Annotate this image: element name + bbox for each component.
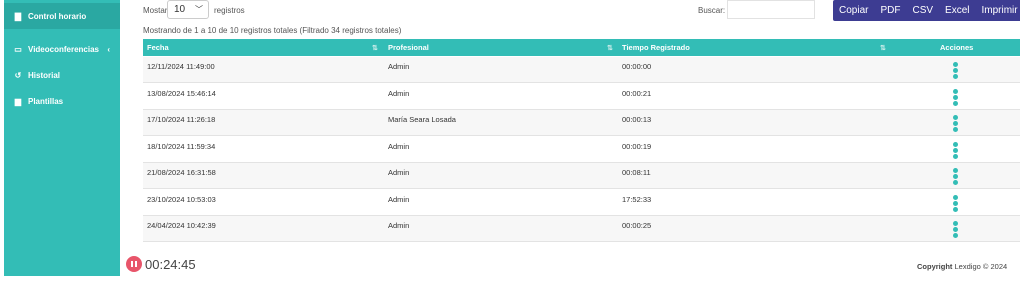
sidebar-item-plantillas[interactable]: ▆ Plantillas (4, 88, 120, 114)
cell-tiempo: 00:08:11 (622, 168, 651, 177)
more-actions-icon[interactable] (951, 195, 959, 213)
cell-profesional: Admin (388, 142, 410, 151)
length-after-label: registros (214, 6, 245, 15)
cell-fecha: 23/10/2024 10:53:03 (147, 195, 216, 204)
cell-fecha: 18/10/2024 11:59:34 (147, 142, 216, 151)
table-row: 17/10/2024 11:26:18 María Seara Losada 0… (143, 110, 1020, 136)
video-icon: ▭ (14, 44, 22, 54)
cell-fecha: 17/10/2024 11:26:18 (147, 115, 216, 124)
sidebar-item-label: Historial (28, 70, 61, 80)
copyright-text: Lexdigo © 2024 (954, 262, 1008, 271)
sidebar-item-label: Control horario (28, 11, 87, 21)
length-label: Mostar (143, 6, 168, 15)
cell-tiempo: 00:00:21 (622, 89, 652, 98)
column-header-profesional[interactable]: Profesional (388, 39, 429, 56)
history-icon: ↺ (14, 70, 22, 80)
timer-value: 00:24:45 (145, 256, 196, 272)
table-row: 21/08/2024 16:31:58 Admin 00:08:11 (143, 163, 1020, 189)
column-header-tiempo[interactable]: Tiempo Registrado (622, 39, 690, 56)
sidebar-item-label: Videoconferencias (28, 44, 99, 54)
more-actions-icon[interactable] (951, 89, 959, 107)
print-button[interactable]: Imprimir (975, 0, 1020, 21)
file-icon: ▆ (14, 96, 22, 106)
sidebar-item-historial[interactable]: ↺ Historial (4, 62, 120, 88)
csv-button[interactable]: CSV (906, 0, 939, 21)
more-actions-icon[interactable] (951, 62, 959, 80)
length-select[interactable]: 10 ﹀ (167, 0, 209, 19)
search-input[interactable] (727, 0, 815, 19)
chevron-down-icon: ﹀ (195, 5, 203, 14)
cell-fecha: 24/04/2024 10:42:39 (147, 221, 216, 230)
length-value: 10 (174, 4, 186, 15)
cell-tiempo: 00:00:13 (622, 115, 652, 124)
cell-profesional: Admin (388, 195, 410, 204)
cell-tiempo: 00:00:25 (622, 221, 652, 230)
cell-tiempo: 00:00:19 (622, 142, 652, 151)
main-content: Mostar 10 ﹀ registros Buscar: Copiar PDF… (143, 0, 1020, 250)
sidebar-item-label: Plantillas (28, 96, 64, 106)
table-row: 24/04/2024 10:42:39 Admin 00:00:25 (143, 216, 1020, 242)
table-info: Mostrando de 1 a 10 de 10 registros tota… (143, 26, 402, 35)
sidebar-item-videoconferencias[interactable]: ▭ Videoconferencias ‹ (4, 36, 120, 62)
cell-profesional: Admin (388, 89, 410, 98)
cell-profesional: Admin (388, 62, 410, 71)
footer-copyright: Copyright Lexdigo © 2024 (917, 262, 1007, 271)
more-actions-icon[interactable] (951, 221, 959, 239)
pdf-button[interactable]: PDF (874, 0, 906, 21)
column-header-fecha[interactable]: Fecha (147, 39, 169, 56)
copyright-label: Copyright (917, 262, 953, 271)
cell-fecha: 21/08/2024 16:31:58 (147, 168, 216, 177)
search-label: Buscar: (698, 6, 726, 15)
pause-icon[interactable] (126, 256, 142, 272)
cell-profesional: María Seara Losada (388, 115, 456, 124)
sort-icon: ⇅ (372, 45, 378, 52)
cell-fecha: 13/08/2024 15:46:14 (147, 89, 216, 98)
table-row: 23/10/2024 10:53:03 Admin 17:52:33 (143, 190, 1020, 216)
table-row: 12/11/2024 11:49:00 Admin 00:00:00 (143, 57, 1020, 83)
copy-button[interactable]: Copiar (833, 0, 874, 21)
chevron-left-icon: ‹ (107, 44, 110, 54)
export-button-group: Copiar PDF CSV Excel Imprimir (833, 0, 1020, 21)
sidebar: ▇ Control horario ▭ Videoconferencias ‹ … (4, 0, 120, 276)
column-header-acciones: Acciones (940, 43, 974, 52)
more-actions-icon[interactable] (951, 168, 959, 186)
table-row: 18/10/2024 11:59:34 Admin 00:00:19 (143, 137, 1020, 163)
sort-icon: ⇅ (607, 45, 613, 52)
table-row: 13/08/2024 15:46:14 Admin 00:00:21 (143, 84, 1020, 110)
cell-tiempo: 17:52:33 (622, 195, 652, 204)
excel-button[interactable]: Excel (939, 0, 975, 21)
cell-profesional: Admin (388, 168, 410, 177)
cell-tiempo: 00:00:00 (622, 62, 652, 71)
sidebar-item-control-horario[interactable]: ▇ Control horario (4, 3, 120, 29)
cell-profesional: Admin (388, 221, 410, 230)
work-timer: 00:24:45 (126, 256, 196, 272)
more-actions-icon[interactable] (951, 115, 959, 133)
document-icon: ▇ (14, 11, 22, 21)
more-actions-icon[interactable] (951, 142, 959, 160)
table-header: Fecha ⇅ Profesional ⇅ Tiempo Registrado … (143, 39, 1020, 56)
table-toolbar: Mostar 10 ﹀ registros Buscar: Copiar PDF… (143, 0, 1020, 22)
sort-icon: ⇅ (880, 45, 886, 52)
cell-fecha: 12/11/2024 11:49:00 (147, 62, 215, 71)
